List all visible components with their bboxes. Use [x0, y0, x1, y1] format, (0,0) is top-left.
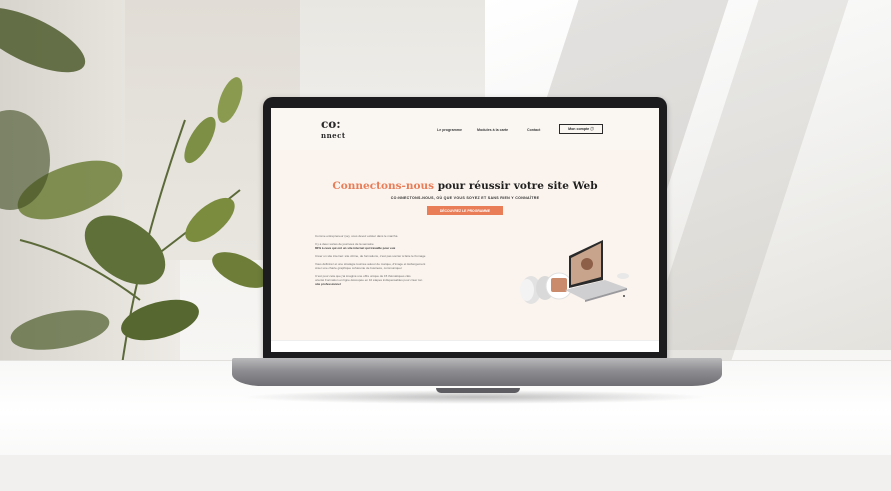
photo-scene: co: nnect Le programme Modules à la cart… — [0, 0, 891, 491]
table-edge — [0, 455, 891, 491]
hero-title-rest: pour réussir votre site Web — [434, 180, 598, 192]
logo-text: co: — [321, 117, 341, 131]
hero-subtitle: CO:NNECTONS-NOUS, OÙ QUE VOUS SOYEZ ET S… — [390, 196, 540, 200]
account-button[interactable]: Mon compte ⓘ — [559, 124, 603, 134]
cta-button[interactable]: DÉCOUVREZ LE PROGRAMME — [427, 206, 503, 215]
hero-title: Connectons-nous pour réussir votre site … — [271, 180, 659, 192]
paragraph-bold: 80% à ceux qui ont un site internet qui … — [315, 246, 396, 250]
site-logo[interactable]: co: nnect — [321, 117, 346, 140]
paragraph-line: Créer un site internet: site vitrine, de… — [315, 254, 426, 258]
paragraph-line: Comme entrepreneur (se), vous devez exis… — [315, 234, 399, 238]
site-footer-strip — [271, 340, 659, 352]
laptop-opening-notch — [436, 388, 520, 393]
laptop-base — [232, 358, 722, 386]
nav-item-modules[interactable]: Modules à la carte — [477, 128, 508, 132]
laptop-display: co: nnect Le programme Modules à la cart… — [271, 108, 659, 352]
paragraph-line: site professionnel — [315, 282, 341, 286]
nav-item-programme[interactable]: Le programme — [437, 128, 462, 132]
nav-item-contact[interactable]: Contact — [527, 128, 540, 132]
carousel-dot[interactable] — [623, 295, 625, 297]
hero-devices-image — [520, 240, 629, 304]
paragraph-line: 80% à ceux qui ont un site internet qui … — [315, 246, 395, 250]
hero-title-accent: Connectons-nous — [332, 180, 435, 192]
paragraph-bold: site professionnel — [315, 282, 341, 286]
plant — [0, 7, 268, 380]
site-header: co: nnect Le programme Modules à la cart… — [271, 108, 659, 150]
paragraph-line: créer une charte graphique cohérente de … — [315, 266, 402, 270]
logo-subtext: nnect — [321, 131, 346, 140]
